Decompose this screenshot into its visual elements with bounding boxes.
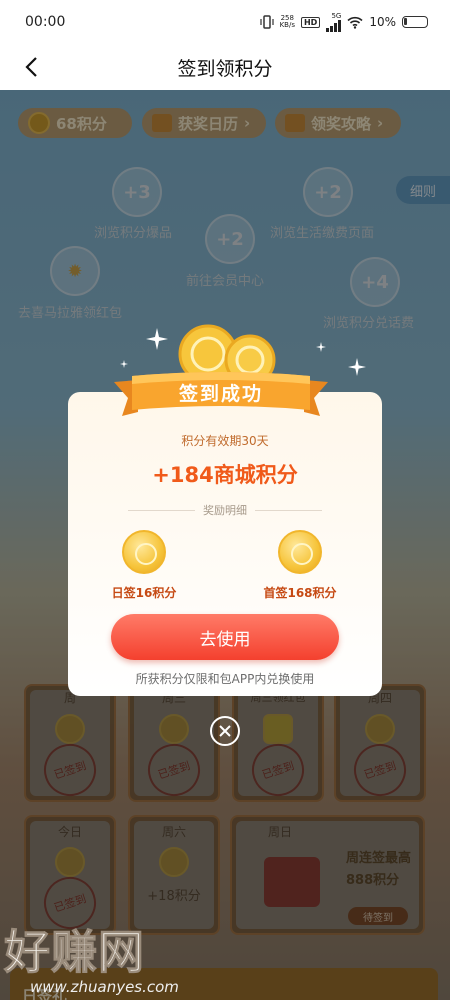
watermark-text: 好赚网 — [4, 925, 145, 980]
reward-label: 首签168积分 — [263, 586, 337, 600]
status-time: 00:00 — [25, 14, 66, 30]
reward-item: 日签16积分 — [84, 530, 204, 601]
close-button[interactable] — [210, 716, 240, 746]
back-arrow-icon[interactable] — [18, 52, 48, 82]
status-bar: 00:00 258 KB/s HD 5G 10% — [0, 0, 450, 44]
watermark-url: www.zhuanyes.com — [30, 978, 179, 996]
points-amount: +184商城积分 — [152, 463, 298, 487]
net-speed: 258 KB/s — [279, 14, 295, 29]
sparkle-icon — [348, 358, 366, 376]
sparkle-icon — [120, 360, 128, 368]
watermark: 好赚网 www.zhuanyes.com — [0, 910, 210, 1000]
divider — [255, 509, 322, 511]
sparkle-icon — [316, 342, 326, 352]
close-icon — [219, 725, 231, 737]
reward-detail-header: 奖励明细 — [128, 502, 322, 518]
wifi-icon — [347, 16, 363, 29]
vibrate-icon — [259, 15, 274, 29]
use-button[interactable]: 去使用 — [111, 614, 339, 660]
signal-icon: 5G — [326, 12, 342, 32]
battery-icon — [402, 16, 428, 28]
status-icons: 258 KB/s HD 5G 10% — [259, 12, 428, 32]
dialog-note: 所获积分仅限和包APP内兑换使用 — [135, 672, 315, 686]
divider — [128, 509, 195, 511]
nav-bar: 签到领积分 — [0, 44, 450, 90]
sparkle-icon — [146, 328, 168, 350]
reward-label: 日签16积分 — [111, 586, 177, 600]
hd-badge: HD — [300, 16, 321, 28]
coin-icon — [278, 530, 322, 574]
dialog-title: 签到成功 — [178, 383, 263, 405]
coin-icon — [122, 530, 166, 574]
points-validity: 积分有效期30天 — [181, 434, 269, 448]
page-title: 签到领积分 — [177, 57, 273, 80]
reward-item: 首签168积分 — [240, 530, 360, 601]
battery-percent: 10% — [369, 15, 396, 29]
